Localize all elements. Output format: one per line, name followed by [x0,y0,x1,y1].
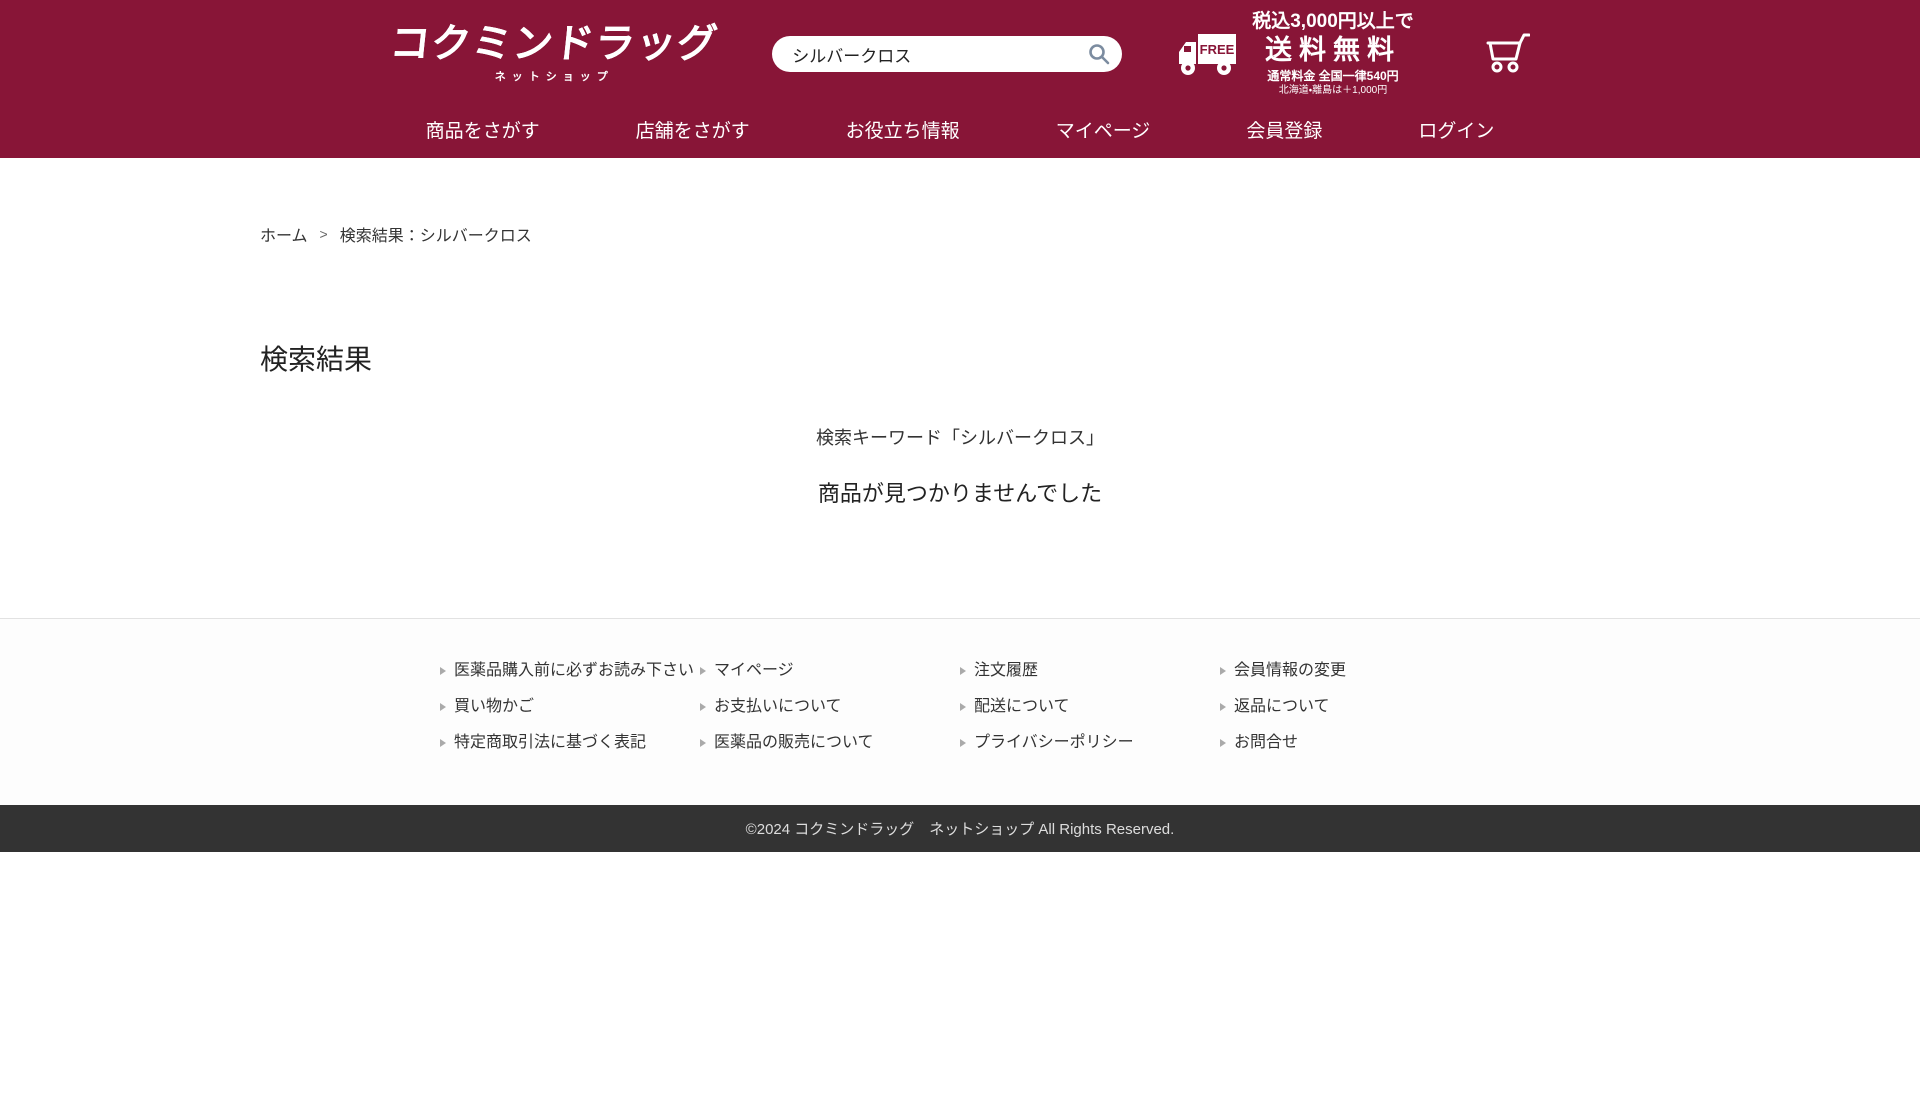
search-icon [1087,42,1111,66]
footer-link-order-history[interactable]: 注文履歴 [960,661,1220,680]
search-keyword-line: 検索キーワード「シルバークロス」 [260,424,1660,450]
footer-link-privacy-policy[interactable]: プライバシーポリシー [960,733,1220,752]
right-triangle-icon [700,667,706,675]
footer-link-label: 医薬品購入前に必ずお読み下さい [454,661,694,680]
right-triangle-icon [700,739,706,747]
breadcrumb-home-link[interactable]: ホーム [260,222,308,246]
page-title: 検索結果 [260,338,1660,378]
footer-link-delivery[interactable]: 配送について [960,697,1220,716]
cart-icon [1482,32,1530,76]
page: コクミンドラッグ ネットショップ [0,0,1920,1097]
nav-item-mypage[interactable]: マイページ [1056,116,1151,143]
right-triangle-icon [440,667,446,675]
shipping-condition: 税込3,000円以上で [1252,11,1414,33]
footer-link-label: プライバシーポリシー [974,733,1134,752]
delivery-truck-icon: FREE [1176,28,1238,80]
shipping-remote-fee: 北海道・離島は＋1,000円 [1252,85,1414,97]
right-triangle-icon [960,667,966,675]
right-triangle-icon [960,739,966,747]
site-logo[interactable]: コクミンドラッグ ネットショップ [390,24,718,84]
right-triangle-icon [1220,667,1226,675]
copyright-bar: ©2024 コクミンドラッグ ネットショップ All Rights Reserv… [0,805,1920,852]
breadcrumb-current: 検索結果：シルバークロス [340,222,532,246]
footer-column-3: 注文履歴 配送について プライバシーポリシー [960,661,1220,753]
right-triangle-icon [960,703,966,711]
footer-link-commerce-law[interactable]: 特定商取引法に基づく表記 [440,733,700,752]
free-badge-text: FREE [1200,42,1235,57]
shipping-normal-fee: 通常料金 全国一律540円 [1252,70,1414,84]
logo-text: コクミンドラッグ [388,24,720,64]
nav-item-stores[interactable]: 店舗をさがす [636,116,750,143]
footer-link-cart[interactable]: 買い物かご [440,697,700,716]
footer-link-drug-notice[interactable]: 医薬品購入前に必ずお読み下さい [440,661,700,680]
footer-link-label: 医薬品の販売について [714,733,874,752]
shipping-text: 税込3,000円以上で 送料無料 通常料金 全国一律540円 北海道・離島は＋1… [1252,11,1414,96]
footer-column-4: 会員情報の変更 返品について お問合せ [1220,661,1480,753]
search-button[interactable] [1084,39,1114,69]
nav-item-register[interactable]: 会員登録 [1246,116,1322,143]
breadcrumb-separator: > [320,226,328,242]
footer-links: 医薬品購入前に必ずお読み下さい 買い物かご 特定商取引法に基づく表記 マイページ [0,619,1920,805]
bottom-whitespace [0,852,1920,1097]
cart-button[interactable] [1482,32,1530,76]
footer-link-label: 返品について [1234,697,1330,716]
site-footer: 医薬品購入前に必ずお読み下さい 買い物かご 特定商取引法に基づく表記 マイページ [0,618,1920,852]
search-input[interactable] [792,44,1084,64]
footer-link-label: 注文履歴 [974,661,1038,680]
site-header: コクミンドラッグ ネットショップ [0,0,1920,158]
right-triangle-icon [440,739,446,747]
nav-item-products[interactable]: 商品をさがす [426,116,540,143]
footer-link-label: 会員情報の変更 [1234,661,1346,680]
footer-link-label: お問合せ [1234,733,1298,752]
right-triangle-icon [440,703,446,711]
footer-link-label: 特定商取引法に基づく表記 [454,733,646,752]
footer-link-mypage[interactable]: マイページ [700,661,960,680]
logo-subtitle: ネットショップ [390,68,718,84]
search-box [772,36,1122,72]
footer-link-label: お支払いについて [714,697,842,716]
main-nav: 商品をさがす 店舗をさがす お役立ち情報 マイページ 会員登録 ログイン [0,100,1920,158]
right-triangle-icon [1220,703,1226,711]
footer-column-1: 医薬品購入前に必ずお読み下さい 買い物かご 特定商取引法に基づく表記 [440,661,700,753]
footer-link-member-info[interactable]: 会員情報の変更 [1220,661,1480,680]
header-top: コクミンドラッグ ネットショップ [0,0,1920,100]
right-triangle-icon [1220,739,1226,747]
search-results-section: 検索結果 検索キーワード「シルバークロス」 商品が見つかりませんでした [260,338,1660,618]
shipping-free-label: 送料無料 [1252,35,1414,66]
footer-link-drug-sales[interactable]: 医薬品の販売について [700,733,960,752]
footer-link-payment[interactable]: お支払いについて [700,697,960,716]
copyright-text: ©2024 コクミンドラッグ ネットショップ All Rights Reserv… [746,818,1175,839]
right-triangle-icon [700,703,706,711]
nav-item-login[interactable]: ログイン [1418,116,1494,143]
no-results-message: 商品が見つかりませんでした [260,476,1660,508]
footer-link-label: 配送について [974,697,1070,716]
breadcrumb: ホーム > 検索結果：シルバークロス [260,158,1660,246]
footer-link-label: 買い物かご [454,697,534,716]
footer-link-contact[interactable]: お問合せ [1220,733,1480,752]
nav-item-info[interactable]: お役立ち情報 [846,116,960,143]
footer-link-label: マイページ [714,661,794,680]
footer-link-returns[interactable]: 返品について [1220,697,1480,716]
footer-column-2: マイページ お支払いについて 医薬品の販売について [700,661,960,753]
free-shipping-banner: FREE 税込3,000円以上で 送料無料 通常料金 全国一律540円 北海道・… [1176,11,1414,96]
